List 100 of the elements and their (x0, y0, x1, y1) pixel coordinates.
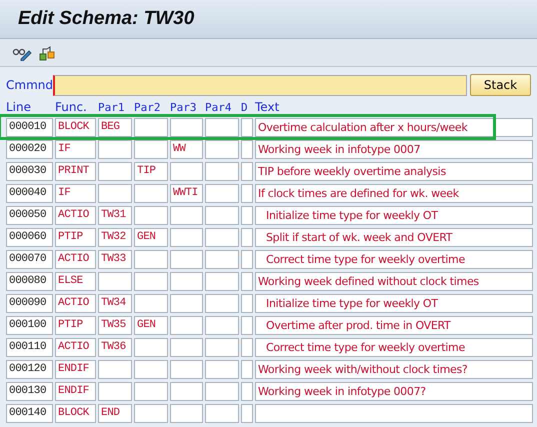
parameter-cell[interactable] (205, 272, 239, 290)
function-cell[interactable]: PTIP (55, 228, 96, 246)
text-cell[interactable]: Initialize time type for weekly OT (255, 294, 533, 312)
parameter-cell[interactable] (205, 118, 239, 136)
function-cell[interactable]: PRINT (55, 162, 96, 180)
text-cell[interactable]: Split if start of wk. week and OVERT (255, 228, 533, 246)
parameter-cell[interactable]: GEN (134, 316, 168, 334)
function-cell[interactable]: PTIP (55, 316, 96, 334)
text-cell[interactable]: Overtime calculation after x hours/week (255, 118, 533, 136)
parameter-cell[interactable] (170, 162, 203, 180)
text-cell[interactable]: Initialize time type for weekly OT (255, 206, 533, 224)
parameter-cell[interactable] (170, 294, 203, 312)
parameter-cell[interactable] (134, 206, 168, 224)
text-cell[interactable]: Overtime after prod. time in OVERT (255, 316, 533, 334)
parameter-cell[interactable] (98, 382, 132, 400)
parameter-cell[interactable] (205, 316, 239, 334)
parameter-cell[interactable]: WW (170, 140, 203, 158)
flag-cell[interactable] (241, 404, 253, 422)
parameter-cell[interactable] (134, 140, 168, 158)
flag-cell[interactable] (241, 294, 253, 312)
stack-button[interactable]: Stack (470, 74, 531, 96)
parameter-cell[interactable] (134, 184, 168, 202)
parameter-cell[interactable] (205, 250, 239, 268)
parameter-cell[interactable] (134, 272, 168, 290)
text-cell[interactable]: Working week defined without clock times (255, 272, 533, 290)
parameter-cell[interactable] (205, 382, 239, 400)
parameter-cell[interactable] (205, 294, 239, 312)
parameter-cell[interactable] (170, 118, 203, 136)
parameter-cell[interactable]: TW35 (98, 316, 132, 334)
parameter-cell[interactable]: TW31 (98, 206, 132, 224)
flag-cell[interactable] (241, 184, 253, 202)
text-cell[interactable]: TIP before weekly overtime analysis (255, 162, 533, 180)
parameter-cell[interactable] (170, 206, 203, 224)
flag-cell[interactable] (241, 360, 253, 378)
parameter-cell[interactable] (205, 162, 239, 180)
parameter-cell[interactable]: TW36 (98, 338, 132, 356)
parameter-cell[interactable] (98, 140, 132, 158)
parameter-cell[interactable] (170, 228, 203, 246)
parameter-cell[interactable]: GEN (134, 228, 168, 246)
parameter-cell[interactable] (134, 404, 168, 422)
parameter-cell[interactable] (170, 404, 203, 422)
parameter-cell[interactable]: TW32 (98, 228, 132, 246)
function-cell[interactable]: IF (55, 140, 96, 158)
text-cell[interactable]: Working week in infotype 0007? (255, 382, 533, 400)
flag-cell[interactable] (241, 118, 253, 136)
parameter-cell[interactable] (205, 140, 239, 158)
parameter-cell[interactable] (170, 360, 203, 378)
function-cell[interactable]: ENDIF (55, 382, 96, 400)
parameter-cell[interactable] (170, 338, 203, 356)
flag-cell[interactable] (241, 382, 253, 400)
function-cell[interactable]: IF (55, 184, 96, 202)
text-cell[interactable] (255, 404, 533, 422)
function-cell[interactable]: ACTIO (55, 294, 96, 312)
flag-cell[interactable] (241, 272, 253, 290)
parameter-cell[interactable] (98, 272, 132, 290)
parameter-cell[interactable] (98, 360, 132, 378)
function-cell[interactable]: ACTIO (55, 206, 96, 224)
parameter-cell[interactable] (205, 184, 239, 202)
function-cell[interactable]: ELSE (55, 272, 96, 290)
parameter-cell[interactable] (205, 206, 239, 224)
flag-cell[interactable] (241, 162, 253, 180)
function-cell[interactable]: BLOCK (55, 118, 96, 136)
parameter-cell[interactable] (170, 316, 203, 334)
parameter-cell[interactable] (134, 250, 168, 268)
parameter-cell[interactable]: END (98, 404, 132, 422)
parameter-cell[interactable]: TW33 (98, 250, 132, 268)
parameter-cell[interactable]: TIP (134, 162, 168, 180)
flag-cell[interactable] (241, 228, 253, 246)
parameter-cell[interactable] (205, 228, 239, 246)
flag-cell[interactable] (241, 316, 253, 334)
text-cell[interactable]: Working week in infotype 0007 (255, 140, 533, 158)
structure-icon[interactable] (38, 44, 56, 60)
function-cell[interactable]: ENDIF (55, 360, 96, 378)
parameter-cell[interactable] (134, 338, 168, 356)
function-cell[interactable]: BLOCK (55, 404, 96, 422)
parameter-cell[interactable] (134, 382, 168, 400)
parameter-cell[interactable] (98, 184, 132, 202)
text-cell[interactable]: Correct time type for weekly overtime (255, 250, 533, 268)
flag-cell[interactable] (241, 140, 253, 158)
parameter-cell[interactable] (170, 272, 203, 290)
parameter-cell[interactable] (205, 404, 239, 422)
flag-cell[interactable] (241, 338, 253, 356)
text-cell[interactable]: Correct time type for weekly overtime (255, 338, 533, 356)
parameter-cell[interactable] (98, 162, 132, 180)
parameter-cell[interactable] (205, 338, 239, 356)
command-field[interactable] (53, 74, 467, 96)
function-cell[interactable]: ACTIO (55, 250, 96, 268)
function-cell[interactable]: ACTIO (55, 338, 96, 356)
parameter-cell[interactable] (134, 294, 168, 312)
parameter-cell[interactable] (205, 360, 239, 378)
parameter-cell[interactable]: BEG (98, 118, 132, 136)
flag-cell[interactable] (241, 206, 253, 224)
text-cell[interactable]: If clock times are defined for wk. week (255, 184, 533, 202)
parameter-cell[interactable] (170, 382, 203, 400)
parameter-cell[interactable] (170, 250, 203, 268)
text-cell[interactable]: Working week with/without clock times? (255, 360, 533, 378)
parameter-cell[interactable]: WWTI (170, 184, 203, 202)
flag-cell[interactable] (241, 250, 253, 268)
parameter-cell[interactable] (134, 118, 168, 136)
parameter-cell[interactable] (134, 360, 168, 378)
